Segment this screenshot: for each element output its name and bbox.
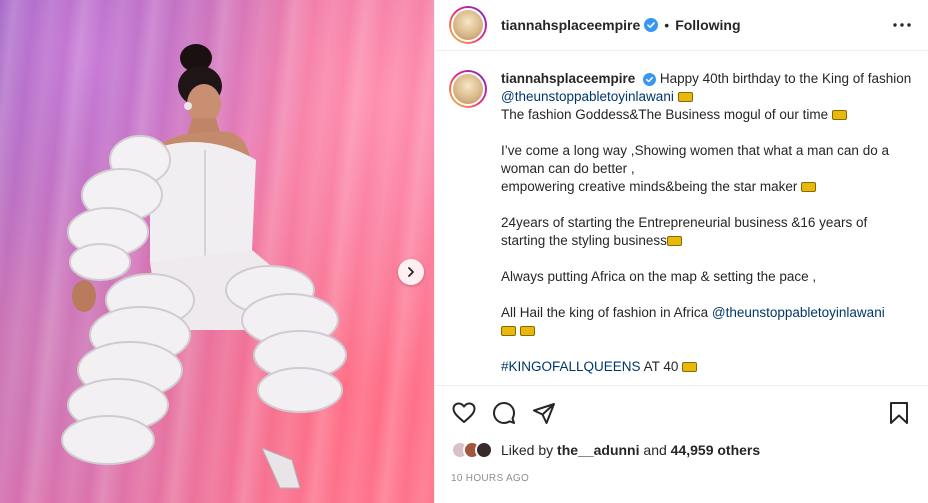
liked-by-label: Liked by: [501, 442, 554, 458]
model-figure: [61, 44, 347, 489]
chevron-right-icon: [408, 267, 414, 277]
caption-line: Always putting Africa on the map & setti…: [501, 269, 817, 284]
verified-badge-icon: [643, 72, 657, 86]
comment-button[interactable]: [491, 400, 517, 426]
crown-emoji-icon: [682, 362, 698, 372]
separator-dot: •: [664, 17, 670, 33]
mention-link[interactable]: @theunstoppabletoyinlawani: [501, 89, 674, 104]
mention-link[interactable]: @theunstoppabletoyinlawani: [712, 305, 885, 320]
actions-bar: [435, 385, 928, 439]
verified-badge-icon: [644, 18, 659, 32]
more-options-button[interactable]: [890, 13, 914, 37]
following-button[interactable]: Following: [675, 17, 740, 33]
caption-author-avatar[interactable]: [449, 70, 487, 108]
likes-and: and: [643, 442, 667, 458]
caption-line: empowering creative minds&being the star…: [501, 179, 798, 194]
heart-icon: [452, 402, 476, 423]
caption-line: starting the styling business: [501, 233, 667, 248]
crown-emoji-icon: [831, 110, 847, 120]
crown-emoji-icon: [666, 236, 682, 246]
crown-emoji-icon: [677, 92, 693, 102]
caption-area: tiannahsplaceempire Happy 40th birthday …: [435, 52, 928, 385]
likes-count[interactable]: 44,959 others: [671, 442, 761, 458]
caption-line: I’ve come a long way ,Showing women that…: [501, 143, 889, 158]
crown-emoji-icon: [501, 326, 516, 336]
next-media-button[interactable]: [398, 259, 424, 285]
caption-line: The fashion Goddess&The Business mogul o…: [501, 107, 829, 122]
caption-line: woman can do better ,: [501, 161, 635, 176]
share-button[interactable]: [531, 400, 557, 426]
post-timestamp[interactable]: 10 HOURS AGO: [451, 473, 529, 484]
crown-emoji-icon: [801, 182, 817, 192]
liker-username[interactable]: the__adunni: [557, 442, 639, 458]
save-button[interactable]: [886, 400, 912, 426]
avatar: [475, 441, 493, 459]
comment-icon: [493, 401, 515, 424]
caption-row: tiannahsplaceempire Happy 40th birthday …: [449, 70, 914, 376]
caption-username[interactable]: tiannahsplaceempire: [501, 71, 635, 86]
caption-line: AT 40: [643, 359, 679, 374]
likes-summary: Liked by the__adunni and 44,959 others: [451, 439, 912, 461]
crown-emoji-icon: [519, 326, 535, 336]
send-icon: [533, 402, 555, 424]
hashtag-link[interactable]: #KINGOFALLQUEENS: [501, 359, 641, 374]
more-horizontal-icon: [893, 23, 911, 27]
caption-line: All Hail the king of fashion in Africa: [501, 305, 709, 320]
post-header: tiannahsplaceempire • Following: [435, 0, 928, 51]
caption-text: tiannahsplaceempire Happy 40th birthday …: [501, 70, 913, 376]
liker-avatars: [451, 441, 493, 459]
post-photo[interactable]: [0, 0, 434, 503]
author-avatar[interactable]: [449, 6, 487, 44]
caption-line: 24years of starting the Entrepreneurial …: [501, 215, 868, 230]
author-username[interactable]: tiannahsplaceempire: [501, 17, 640, 33]
post-side-panel: tiannahsplaceempire • Following tiannahs…: [434, 0, 928, 503]
like-button[interactable]: [451, 400, 477, 426]
bookmark-icon: [890, 401, 908, 424]
caption-line: Happy 40th birthday to the King of fashi…: [659, 71, 912, 86]
